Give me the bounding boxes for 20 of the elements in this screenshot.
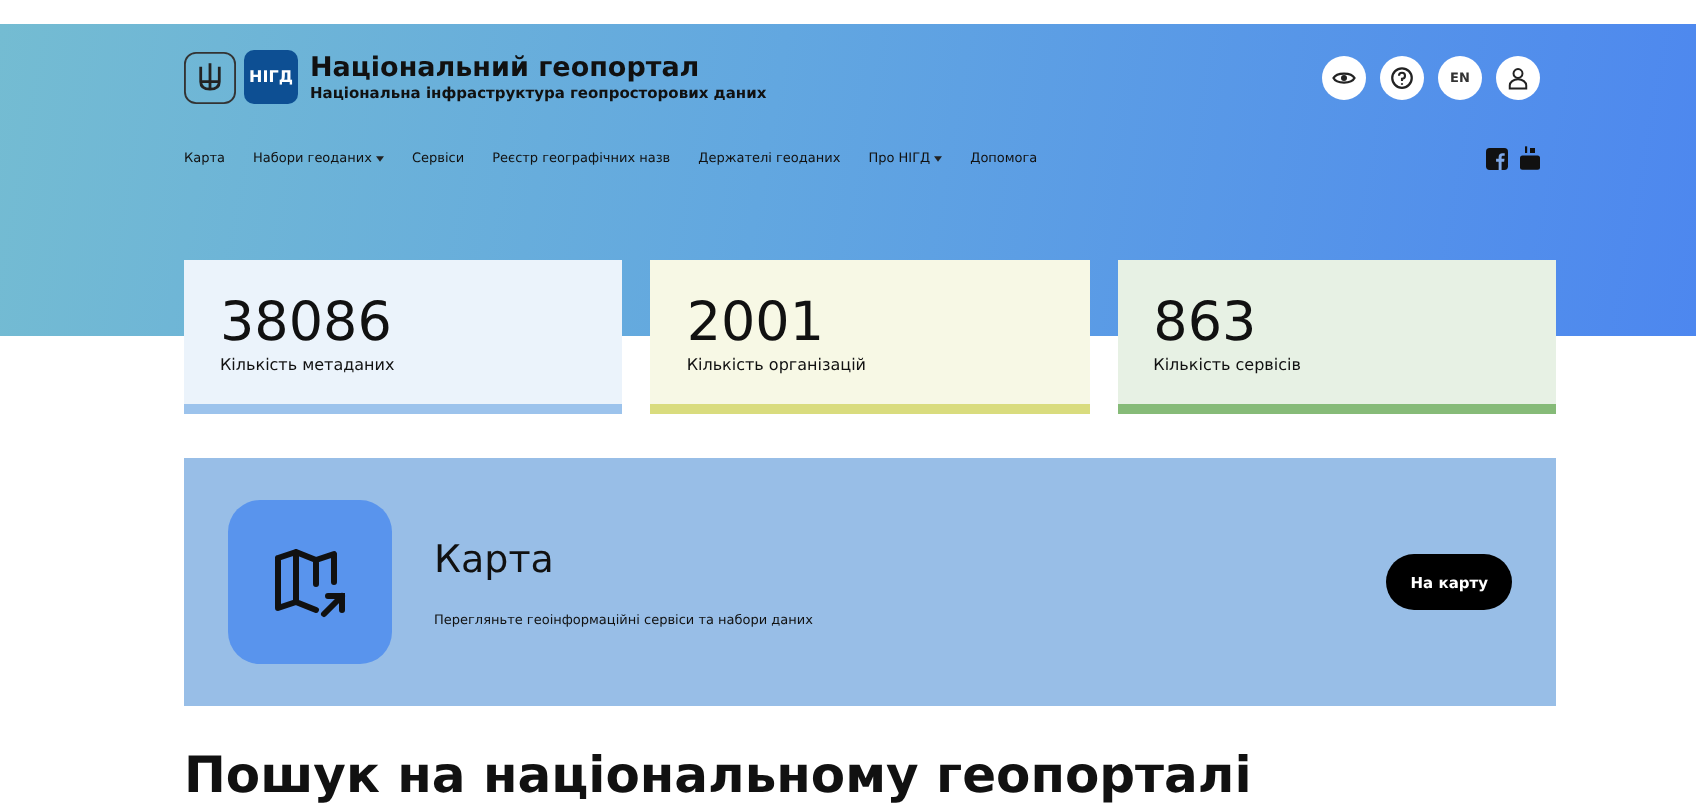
stat-value: 38086 — [220, 296, 394, 352]
logo-badge: НІГД — [244, 50, 298, 104]
site-title: Національний геопортал — [310, 51, 702, 83]
help-icon — [1390, 65, 1414, 89]
stat-value: 2001 — [686, 296, 827, 352]
map-icon — [228, 500, 392, 664]
banner-title: Карта — [434, 537, 556, 581]
facebook-icon[interactable] — [1486, 147, 1508, 169]
section-heading: Пошук на національному геопорталі — [184, 746, 1254, 806]
caret-icon — [934, 155, 943, 161]
user-icon — [1506, 65, 1530, 89]
help-button[interactable] — [1380, 55, 1424, 99]
stat-value: 863 — [1153, 296, 1259, 352]
stat-label: Кількість метаданих — [220, 356, 397, 374]
caret-icon — [375, 155, 384, 161]
stat-label: Кількість організацій — [686, 356, 868, 374]
stat-label: Кількість сервісів — [1153, 356, 1303, 374]
trident-icon — [184, 51, 236, 103]
user-button[interactable] — [1496, 55, 1540, 99]
accessibility-button[interactable] — [1322, 55, 1366, 99]
